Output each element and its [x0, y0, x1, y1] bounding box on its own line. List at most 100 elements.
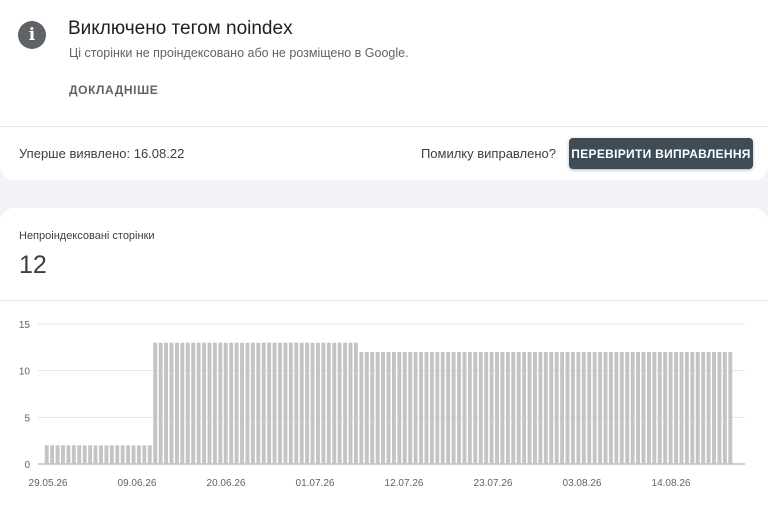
x-tick-label: 12.07.26: [385, 478, 424, 489]
bar: [527, 352, 532, 464]
bar: [695, 352, 700, 464]
bar: [147, 445, 152, 464]
bar: [722, 352, 727, 464]
bar: [174, 342, 179, 464]
issue-description: Ці сторінки не проіндексовано або не роз…: [69, 46, 409, 60]
bar: [500, 352, 505, 464]
bar: [294, 342, 299, 464]
bar: [316, 342, 320, 464]
x-tick-label: 09.06.26: [118, 478, 157, 489]
bar: [533, 352, 537, 464]
bar: [636, 352, 641, 464]
x-tick-label: 20.06.26: [207, 478, 246, 489]
bar: [109, 445, 114, 464]
bar: [429, 352, 434, 464]
bar: [440, 352, 445, 464]
bar: [120, 445, 125, 464]
bar: [674, 352, 678, 464]
bar: [142, 445, 147, 464]
bar: [576, 352, 581, 464]
bar: [212, 342, 217, 464]
bar: [587, 352, 592, 464]
bar: [288, 342, 293, 464]
bar: [82, 445, 87, 464]
bar: [522, 352, 527, 464]
bar: [646, 352, 651, 464]
bar: [50, 445, 55, 464]
x-tick-label: 01.07.26: [296, 478, 335, 489]
bar-chart: 0 5 10 15 29.05.26 09.06.26 20.06.26 01.07.26 12…: [19, 320, 745, 489]
first-detected-date: Уперше виявлено: 16.08.22: [19, 146, 185, 161]
bar: [93, 445, 98, 464]
bar: [256, 342, 261, 464]
bar: [126, 445, 131, 464]
info-icon: i: [18, 21, 46, 49]
bar: [375, 352, 380, 464]
bar: [554, 352, 559, 464]
bar: [712, 352, 716, 464]
bar: [229, 342, 234, 464]
x-tick-label: 03.08.26: [563, 478, 602, 489]
bar: [131, 445, 136, 464]
y-tick-label: 5: [24, 413, 30, 424]
bar: [478, 352, 483, 464]
details-link[interactable]: ДОКЛАДНІШЕ: [69, 83, 158, 97]
bar: [332, 342, 337, 464]
bar: [516, 352, 521, 464]
bar: [272, 342, 277, 464]
bar: [484, 352, 489, 464]
bar: [679, 352, 684, 464]
bar: [446, 352, 451, 464]
bar: [234, 342, 239, 464]
bar: [413, 352, 418, 464]
bar: [663, 352, 668, 464]
bar: [592, 352, 597, 464]
bar: [136, 445, 141, 464]
x-tick-label: 23.07.26: [474, 478, 513, 489]
bar: [66, 445, 71, 464]
bar: [240, 342, 244, 464]
bar: [71, 445, 76, 464]
bar: [343, 342, 348, 464]
bar: [158, 342, 163, 464]
bar: [684, 352, 689, 464]
bar: [565, 352, 570, 464]
bar: [728, 352, 733, 464]
bar: [337, 342, 342, 464]
issue-card: i Виключено тегом noindex Ці сторінки не…: [0, 0, 768, 180]
bar: [364, 352, 369, 464]
bar: [321, 342, 326, 464]
y-tick-label: 0: [24, 460, 30, 471]
bar: [299, 342, 304, 464]
bar: [305, 342, 310, 464]
bar: [196, 342, 201, 464]
bar: [278, 342, 282, 464]
bar: [115, 445, 120, 464]
bar: [435, 352, 440, 464]
bar: [99, 445, 103, 464]
bar: [397, 352, 402, 464]
bar: [223, 342, 228, 464]
bar: [153, 342, 158, 464]
fixed-question-label: Помилку виправлено?: [420, 146, 556, 161]
bar: [180, 342, 185, 464]
bar: [326, 342, 331, 464]
bar: [652, 352, 657, 464]
bar: [348, 342, 353, 464]
bar: [473, 352, 478, 464]
bar: [370, 352, 375, 464]
y-tick-label: 10: [19, 367, 31, 378]
bar: [218, 342, 223, 464]
bar: [386, 352, 391, 464]
bar: [608, 352, 613, 464]
x-tick-label: 29.05.26: [29, 478, 68, 489]
bar: [505, 352, 510, 464]
validate-fix-button[interactable]: ПЕРЕВІРИТИ ВИПРАВЛЕННЯ: [569, 138, 753, 169]
bar: [717, 352, 722, 464]
bar: [462, 352, 467, 464]
bar: [630, 352, 635, 464]
bar: [250, 342, 255, 464]
bar: [164, 342, 169, 464]
bar: [690, 352, 695, 464]
bar: [538, 352, 543, 464]
